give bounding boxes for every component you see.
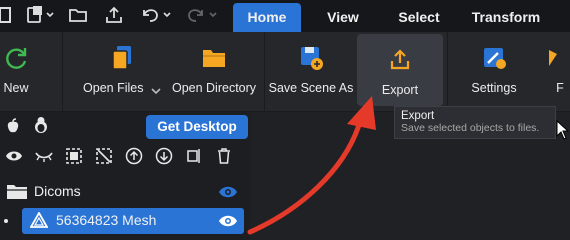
ribbon-toolbar: New Open Files Open Directory Save Scene…	[0, 32, 570, 112]
ribbon-divider	[62, 32, 63, 112]
new-file-dropdown-icon[interactable]	[26, 4, 56, 26]
select-all-icon[interactable]	[64, 146, 84, 166]
visibility-eye-icon[interactable]	[218, 214, 238, 233]
tab-home[interactable]: Home	[233, 3, 301, 32]
visibility-eye-icon[interactable]	[218, 185, 238, 204]
apple-icon[interactable]	[6, 118, 20, 139]
open-files-icon	[109, 43, 135, 73]
export-upload-icon	[387, 45, 413, 75]
folder-icon	[6, 183, 28, 206]
eye-closed-icon[interactable]	[34, 146, 54, 166]
open-directory-label: Open Directory	[171, 81, 257, 95]
save-scene-as-label: Save Scene As	[268, 81, 354, 95]
split-icon[interactable]	[184, 146, 204, 166]
move-up-icon[interactable]	[124, 146, 144, 166]
export-button[interactable]: Export	[357, 34, 443, 106]
save-disk-icon	[297, 43, 325, 73]
tree-item-label: 56364823 Mesh	[56, 212, 157, 228]
ribbon-divider	[264, 32, 265, 112]
export-label: Export	[381, 83, 419, 97]
eye-icon[interactable]	[4, 146, 24, 166]
mouse-cursor-icon	[556, 119, 570, 145]
save-scene-as-button[interactable]: Save Scene As	[268, 32, 354, 112]
ribbon-divider	[447, 32, 448, 112]
linux-icon[interactable]	[33, 116, 49, 139]
tab-view[interactable]: View	[312, 3, 374, 32]
app-menu-icon[interactable]	[0, 4, 16, 26]
open-folder-icon[interactable]	[66, 4, 90, 26]
settings-icon	[480, 43, 508, 73]
mesh-triangle-icon	[29, 211, 49, 233]
new-label: New	[3, 81, 29, 95]
folder-icon	[200, 43, 228, 73]
export-tooltip: Export Save selected objects to files.	[394, 106, 556, 139]
tab-select[interactable]: Select	[386, 3, 452, 32]
settings-label: Settings	[471, 81, 517, 95]
next-ribbon-label: F	[556, 81, 564, 95]
share-upload-icon[interactable]	[102, 4, 126, 26]
tree-bullet	[4, 219, 8, 223]
select-none-icon[interactable]	[94, 146, 114, 166]
refresh-icon	[2, 43, 30, 73]
scene-panel: Get Desktop Dicoms 56364823 Mesh	[0, 112, 250, 240]
undo-icon[interactable]	[138, 4, 176, 26]
move-down-icon[interactable]	[154, 146, 174, 166]
tab-transform[interactable]: Transform	[462, 3, 550, 32]
get-desktop-button[interactable]: Get Desktop	[146, 115, 248, 139]
open-files-label: Open Files	[83, 81, 144, 95]
tooltip-title: Export	[401, 110, 435, 122]
redo-icon[interactable]	[186, 4, 222, 26]
next-ribbon-button[interactable]: F	[540, 32, 570, 112]
settings-button[interactable]: Settings	[456, 32, 532, 112]
trash-icon[interactable]	[214, 146, 234, 166]
tree-item-mesh[interactable]: 56364823 Mesh	[22, 208, 244, 234]
tree-item-dicoms[interactable]: Dicoms	[0, 179, 250, 205]
title-bar: Home View Select Transform	[0, 0, 570, 32]
open-directory-button[interactable]: Open Directory	[168, 32, 260, 112]
open-files-button[interactable]: Open Files	[80, 32, 164, 112]
flip-icon	[543, 43, 567, 73]
chevron-down-icon[interactable]	[151, 85, 161, 99]
tooltip-description: Save selected objects to files.	[401, 122, 540, 134]
new-button[interactable]: New	[0, 32, 40, 112]
tree-item-label: Dicoms	[34, 183, 81, 199]
